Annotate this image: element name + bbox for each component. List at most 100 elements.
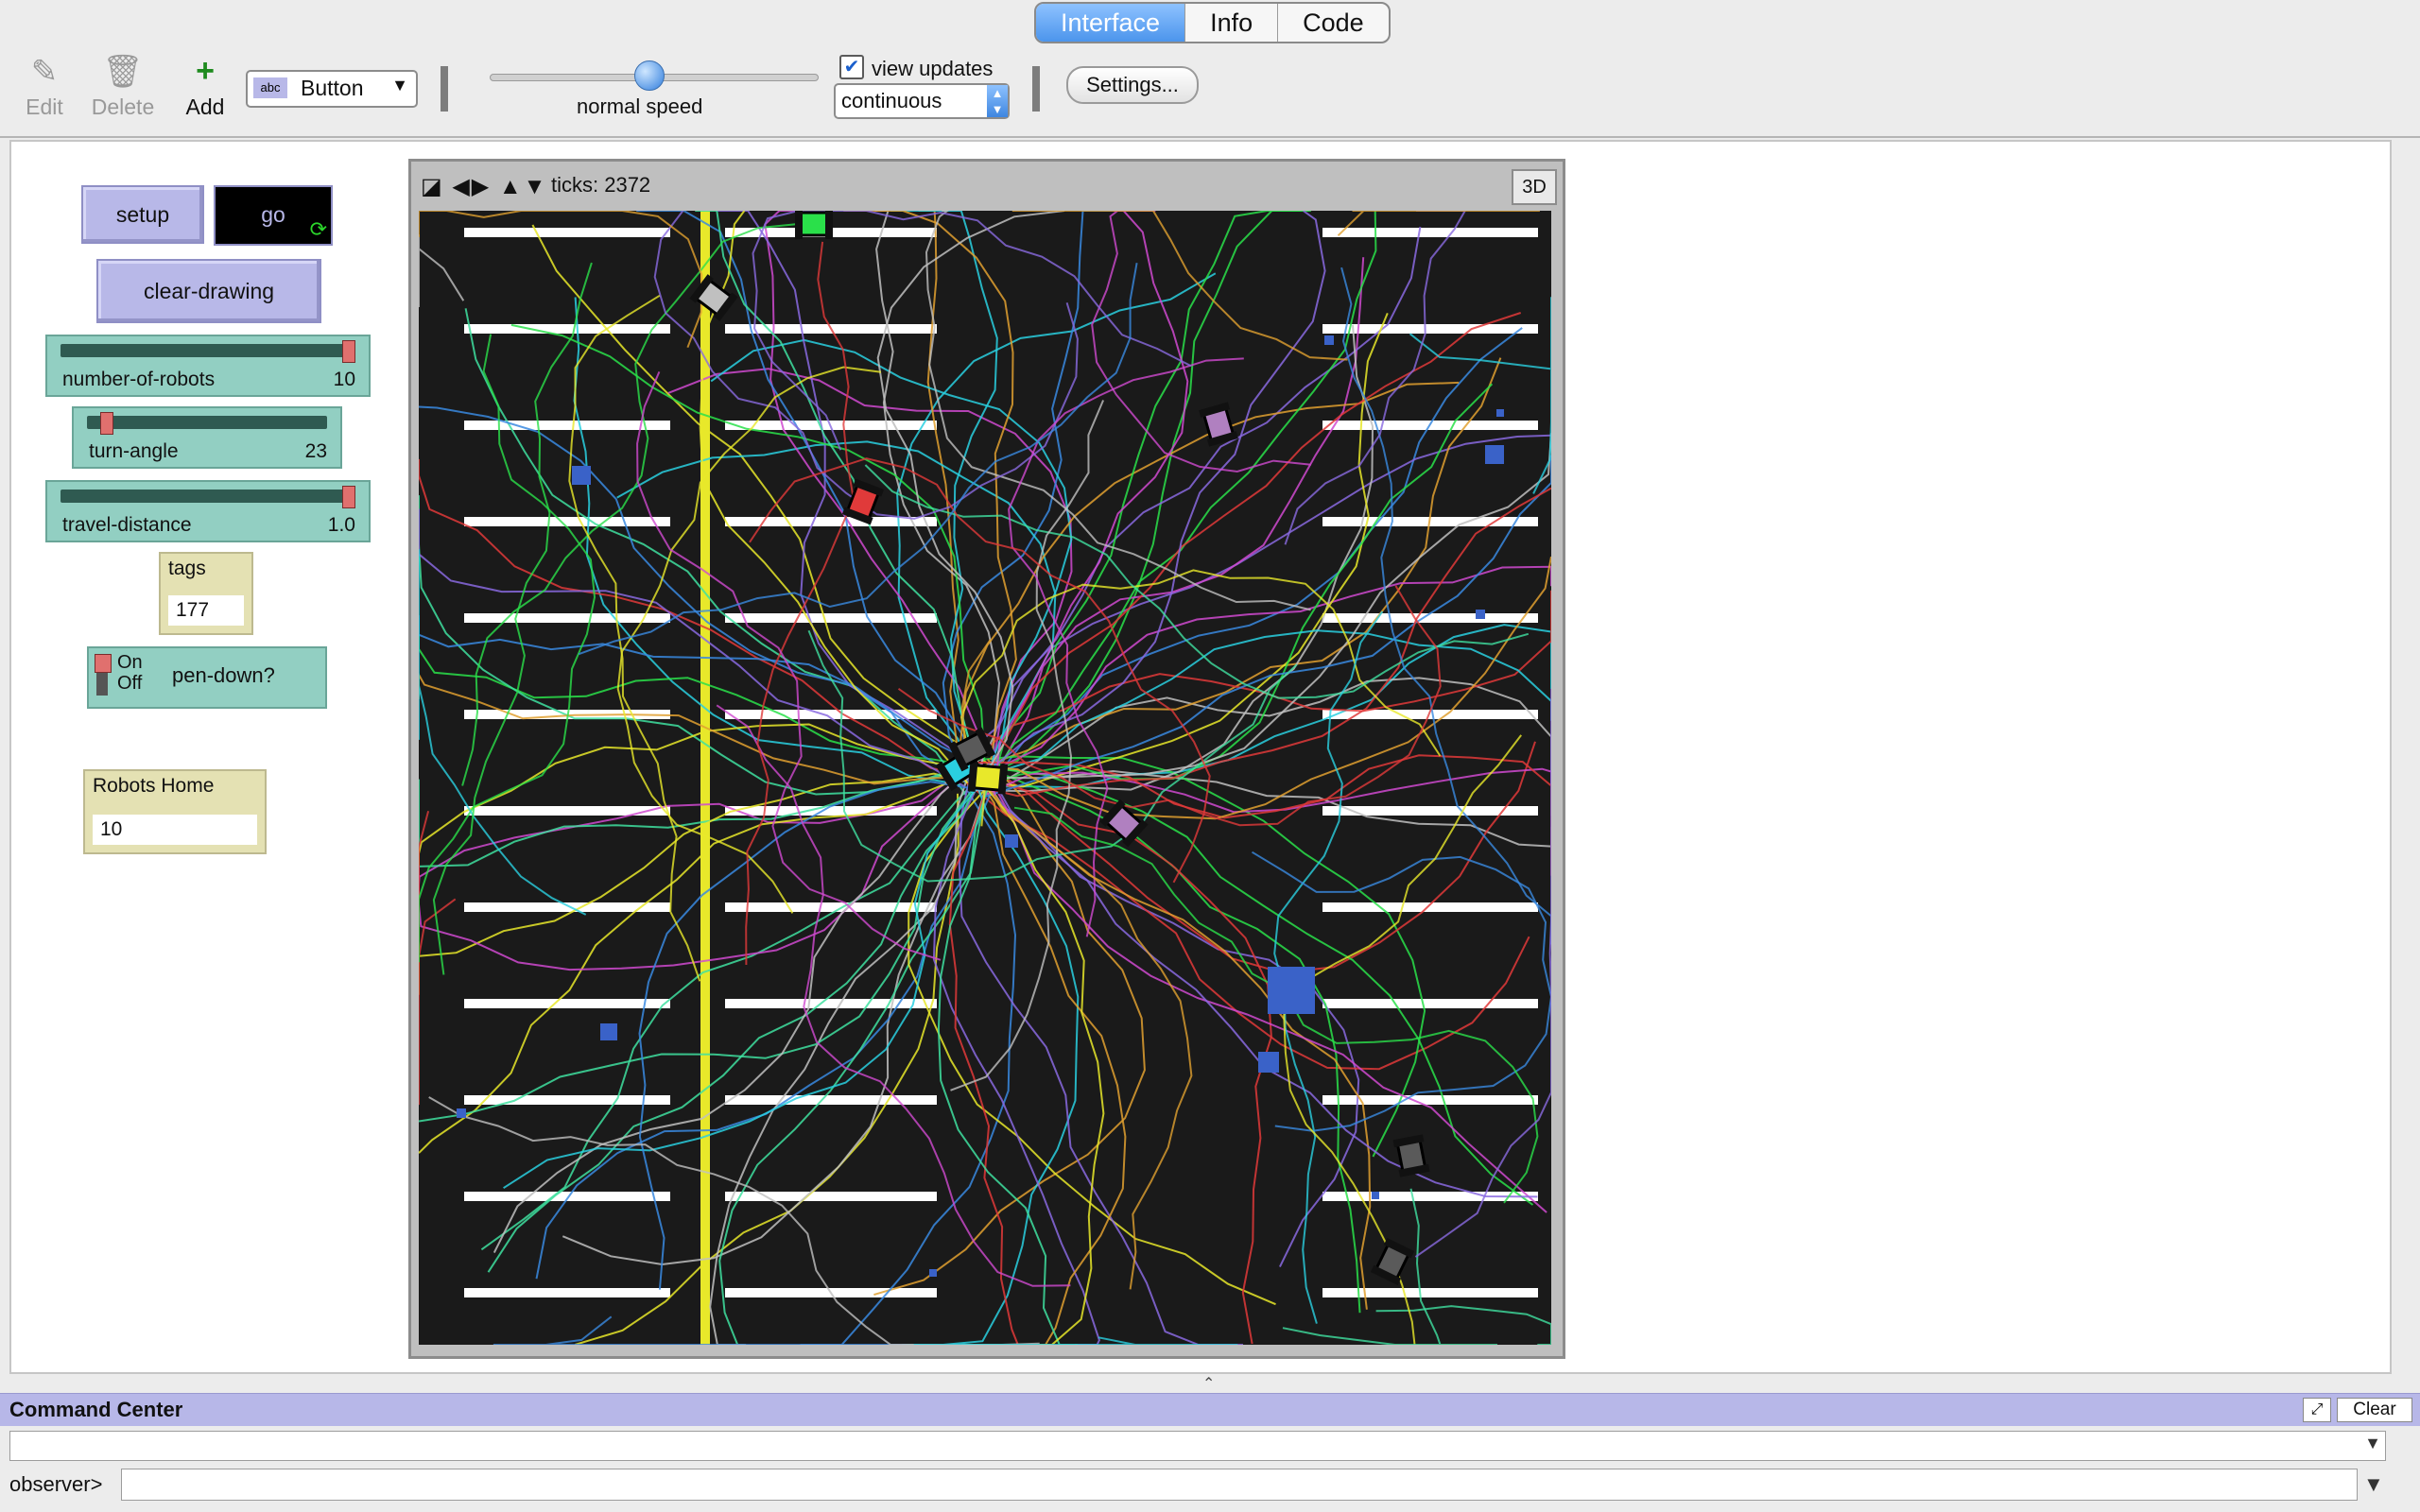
travel-distance-slider[interactable]: travel-distance 1.0	[45, 480, 371, 542]
chevron-up-icon[interactable]: ⌃	[1202, 1374, 1215, 1393]
tag-patch	[572, 466, 591, 485]
command-input[interactable]	[121, 1469, 2358, 1501]
robot	[967, 761, 1009, 795]
pencil-icon: ✎	[30, 54, 59, 90]
chevron-down-icon[interactable]: ▼	[2364, 1434, 2381, 1453]
view-updates-checkbox[interactable]: ✔	[839, 55, 864, 79]
tag-patch	[1324, 335, 1334, 345]
forever-icon: ⟳	[309, 217, 327, 241]
speed-label: normal speed	[577, 94, 703, 118]
tab-bar: Interface Info Code	[0, 0, 2420, 43]
shelf	[725, 806, 937, 816]
tag-patch	[600, 1023, 617, 1040]
switch-on-label: On	[117, 652, 143, 673]
shelf	[1322, 613, 1538, 623]
shelf	[464, 999, 670, 1008]
shelf	[464, 613, 670, 623]
trash-icon: 🗑	[102, 54, 144, 90]
shelf	[464, 1095, 670, 1105]
speed-slider-knob[interactable]	[634, 60, 665, 91]
view-updates-label: view updates	[872, 57, 994, 80]
shelf	[464, 517, 670, 526]
shelf	[1322, 228, 1538, 237]
monitor-label: Robots Home	[93, 775, 215, 797]
shelf	[725, 902, 937, 912]
monitor-value: 177	[168, 595, 244, 626]
separator	[441, 66, 448, 112]
add-button[interactable]: + Add	[180, 53, 231, 120]
world-canvas[interactable]	[418, 209, 1553, 1346]
chevron-down-icon[interactable]: ▼	[2363, 1472, 2384, 1497]
toolbar: ✎ Edit 🗑 Delete + Add abc Button ▼ norma…	[0, 42, 2420, 138]
slider-knob[interactable]	[342, 340, 355, 363]
tag-patch	[1372, 1192, 1379, 1199]
expand-icon[interactable]: ⤢	[2303, 1398, 2331, 1422]
delete-label: Delete	[91, 94, 155, 119]
update-mode-value: continuous	[841, 89, 942, 112]
view-control-icons[interactable]: ◪ ◀▶ ▲▼	[421, 173, 547, 200]
tag-patch	[457, 1108, 466, 1118]
slider-label: turn-angle	[89, 440, 179, 462]
slider-label: number-of-robots	[62, 369, 216, 390]
edit-label: Edit	[26, 94, 63, 119]
turn-angle-slider[interactable]: turn-angle 23	[72, 406, 342, 469]
command-center-title: Command Center	[9, 1398, 183, 1421]
pen-down-switch[interactable]: On Off pen-down?	[87, 646, 327, 709]
update-mode-select[interactable]: continuous ▲ ▼	[834, 83, 1010, 119]
shelf	[1322, 1095, 1538, 1105]
tags-monitor: tags 177	[159, 552, 253, 635]
shelf	[1322, 999, 1538, 1008]
tab-code[interactable]: Code	[1278, 4, 1389, 42]
button-widget-icon: abc	[253, 77, 287, 98]
delete-button[interactable]: 🗑 Delete	[89, 53, 157, 120]
monitor-label: tags	[168, 558, 206, 579]
slider-track	[60, 344, 355, 357]
slider-track	[60, 490, 355, 503]
tag-patch	[1005, 834, 1018, 848]
add-label: Add	[185, 94, 225, 119]
slider-knob[interactable]	[342, 486, 355, 508]
shelf	[725, 1192, 937, 1201]
observer-prompt: observer>	[9, 1472, 103, 1496]
tag-patch	[929, 1269, 937, 1277]
command-center-header: Command Center ⤢ Clear	[0, 1393, 2420, 1426]
switch-off-label: Off	[117, 673, 143, 694]
tag-patch	[1258, 1052, 1279, 1073]
separator	[1032, 66, 1040, 112]
setup-button[interactable]: setup	[81, 185, 204, 244]
world-view: ◪ ◀▶ ▲▼ ticks: 2372 3D	[408, 159, 1565, 1359]
shelf	[725, 999, 937, 1008]
chevron-down-icon: ▼	[391, 76, 408, 94]
clear-button[interactable]: Clear	[2337, 1398, 2412, 1422]
widget-type-select[interactable]: abc Button ▼	[246, 70, 418, 108]
command-output[interactable]: ▼	[9, 1431, 2386, 1461]
tab-group: Interface Info Code	[1034, 2, 1391, 43]
tag-patch	[1268, 967, 1315, 1014]
3d-button[interactable]: 3D	[1512, 169, 1557, 205]
number-of-robots-slider[interactable]: number-of-robots 10	[45, 335, 371, 397]
edit-button[interactable]: ✎ Edit	[21, 53, 68, 120]
switch-knob[interactable]	[95, 654, 112, 673]
plus-icon: +	[196, 53, 215, 89]
tag-patch	[1485, 445, 1504, 464]
tab-interface[interactable]: Interface	[1036, 4, 1186, 42]
go-button[interactable]: go ⟳	[214, 185, 333, 246]
shelf	[1322, 1288, 1538, 1297]
tag-patch	[1496, 409, 1504, 417]
settings-button[interactable]: Settings...	[1066, 66, 1199, 104]
tab-info[interactable]: Info	[1185, 4, 1279, 42]
shelf	[1322, 324, 1538, 334]
monitor-value: 10	[93, 815, 257, 845]
slider-knob[interactable]	[100, 412, 114, 435]
split-handle[interactable]: ⌃	[0, 1374, 2420, 1393]
robots-home-monitor: Robots Home 10	[83, 769, 267, 854]
world-drawing	[418, 209, 1553, 1346]
tag-patch	[1476, 610, 1485, 619]
shelf	[725, 1095, 937, 1105]
updown-arrow-icon: ▲ ▼	[987, 85, 1008, 117]
robot	[795, 209, 833, 239]
slider-label: travel-distance	[62, 514, 192, 536]
clear-drawing-button[interactable]: clear-drawing	[96, 259, 321, 323]
shelf	[464, 324, 670, 334]
switch-label: pen-down?	[172, 663, 275, 687]
